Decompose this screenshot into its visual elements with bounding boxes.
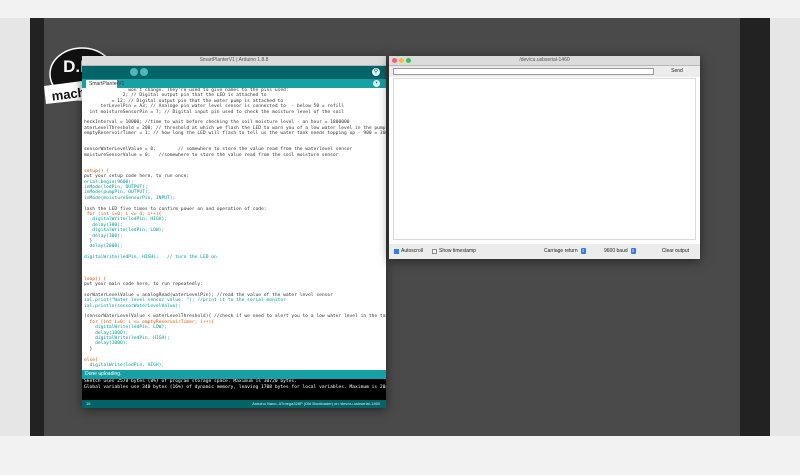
ide-toolbar: ⚲ — [82, 66, 386, 79]
tab-menu-icon[interactable]: ▾ — [373, 80, 380, 87]
line-number: 16 — [86, 401, 91, 406]
code-editor[interactable]: won't change. They're used to give names… — [82, 88, 386, 370]
serial-input[interactable] — [393, 68, 654, 75]
tab-sketch[interactable]: SmartPlanterV1 — [86, 80, 124, 88]
code-line: heckInterval = 10000; //time to wait bef… — [84, 120, 350, 126]
close-window-button[interactable] — [392, 58, 397, 63]
serial-bottom-bar: Autoscroll Show timestamp Carriage retur… — [389, 244, 700, 259]
autoscroll-check-icon — [394, 248, 399, 254]
ide-titlebar: SmartPlanterV1 | Arduino 1.8.8 — [82, 56, 386, 66]
console-line: Global variables use 340 bytes (16%) of … — [84, 384, 386, 390]
desktop-right-band — [740, 18, 770, 436]
timestamp-checkbox[interactable]: Show timestamp — [432, 248, 476, 254]
code-line: int moistureSensorPin = 7; // Digital in… — [84, 109, 344, 115]
send-button[interactable]: Send — [664, 68, 690, 75]
chevron-updown-icon: ⇕ — [580, 248, 586, 254]
code-line: digitalWrite(ledPin, HIGH); — [84, 362, 165, 368]
timestamp-check-icon — [432, 248, 437, 254]
zoom-window-button[interactable] — [406, 58, 411, 63]
ide-status-bar: Done uploading. — [82, 370, 386, 379]
board-info: Arduino Nano, ATmega328P (Old Bootloader… — [252, 401, 380, 406]
ide-console: Sketch uses 2578 bytes (8%) of program s… — [82, 379, 386, 400]
serial-input-row: Send — [389, 66, 700, 77]
clear-output-button[interactable]: Clear output — [659, 247, 692, 255]
ide-title: SmartPlanterV1 | Arduino 1.8.8 — [199, 57, 269, 63]
arduino-ide-window: SmartPlanterV1 | Arduino 1.8.8 ⚲ SmartPl… — [82, 56, 386, 408]
code-line: sensorWaterLevelValue = 0; // somewhere … — [84, 147, 353, 153]
serial-monitor-icon[interactable]: ⚲ — [372, 68, 380, 76]
window-controls — [392, 58, 411, 63]
open-button[interactable] — [140, 68, 148, 76]
serial-monitor-window: /dev/cu.usbserial-1460 Send Autoscroll S… — [389, 56, 700, 259]
autoscroll-checkbox[interactable]: Autoscroll — [394, 248, 423, 254]
minimize-window-button[interactable] — [399, 58, 404, 63]
line-ending-select[interactable]: Carriage return ⇕ — [544, 247, 586, 255]
frame-top — [0, 0, 800, 18]
timestamp-label: Show timestamp — [439, 248, 476, 254]
line-ending-value: Carriage return — [544, 248, 578, 254]
code-line: terLevelPin = A3; // Analoge pin water l… — [84, 104, 344, 110]
code-line: (sensorWaterLevelValue < waterLevelThres… — [84, 314, 386, 320]
serial-title: /dev/cu.usbserial-1460 — [519, 57, 570, 63]
baud-select[interactable]: 9600 baud ⇕ — [604, 247, 636, 255]
serial-titlebar: /dev/cu.usbserial-1460 — [389, 56, 700, 66]
ide-footer: 16 Arduino Nano, ATmega328P (Old Bootloa… — [82, 400, 386, 408]
frame-bottom — [0, 436, 800, 475]
ide-tabs: SmartPlanterV1 ▾ — [82, 79, 386, 88]
code-line: emptyReservoirTimer = 1; // how long the… — [84, 131, 386, 137]
chevron-updown-icon: ⇕ — [630, 248, 636, 254]
autoscroll-label: Autoscroll — [401, 248, 423, 254]
new-button[interactable] — [130, 68, 138, 76]
baud-value: 9600 baud — [604, 248, 628, 254]
serial-output[interactable] — [393, 78, 696, 240]
